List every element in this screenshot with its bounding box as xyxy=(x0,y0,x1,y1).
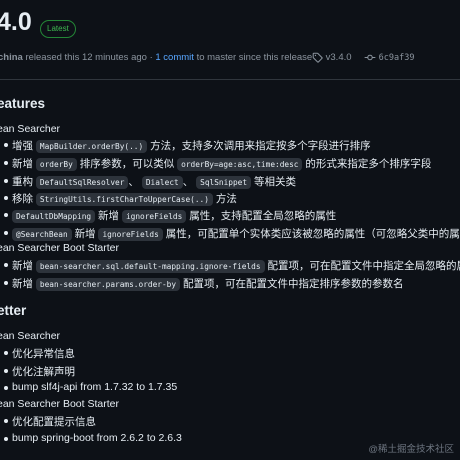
inline-code: MapBuilder.orderBy(..) xyxy=(35,140,148,153)
list-item: 新增 bean-searcher.params.order-by 配置项，可在配… xyxy=(3,278,404,291)
list-item: bump slf4j-api from 1.7.32 to 1.7.35 xyxy=(3,381,178,393)
list-item: 优化注解声明 xyxy=(4,366,75,378)
latest-badge: Latest xyxy=(40,20,76,38)
inline-code: Dialect xyxy=(141,176,183,189)
commit-icon xyxy=(364,54,376,61)
list-item: 移除 StringUtils.firstCharToUpperCase(..) … xyxy=(4,193,237,206)
inline-code: bean-searcher.sql.default-mapping.ignore… xyxy=(35,260,265,273)
tag-icon xyxy=(312,52,323,63)
meta-dot: · xyxy=(149,52,153,63)
list-item: 增强 MapBuilder.orderBy(..) 方法，支持多次调用来指定按多… xyxy=(4,140,371,153)
better-heading: etter xyxy=(0,303,27,318)
header-divider xyxy=(0,79,460,80)
release-meta: china released this 12 minutes ago · 1 c… xyxy=(0,52,312,63)
list-item: 新增 orderBy 排序参数，可以类似 orderBy=age:asc,tim… xyxy=(3,158,432,171)
commit-link[interactable]: 1 commit xyxy=(155,52,194,63)
inline-code: SqlSnippet xyxy=(196,176,252,189)
inline-code: orderBy xyxy=(35,158,77,171)
inline-code: @SearchBean xyxy=(12,228,72,241)
list-item: bump spring-boot from 2.6.2 to 2.6.3 xyxy=(4,432,182,444)
inline-code: bean-searcher.params.order-by xyxy=(35,278,181,291)
inline-code: orderBy=age:asc,time:desc xyxy=(177,158,303,171)
tag-label: v3.4.0 xyxy=(325,52,352,64)
watermark: @稀土掘金技术社区 xyxy=(368,444,454,455)
features-subheading-boot: ean Searcher Boot Starter xyxy=(0,242,119,254)
inline-code: ignoreFields xyxy=(98,228,163,241)
list-item: 新增 bean-searcher.sql.default-mapping.ign… xyxy=(3,258,460,273)
inline-code: DefaultDbMapping xyxy=(12,210,96,223)
list-item: @SearchBean 新增 ignoreFields 属性，可配置单个实体类应… xyxy=(4,226,460,241)
list-item: DefaultDbMapping 新增 ignoreFields 属性，支持配置… xyxy=(3,208,336,223)
better-subheading-core: ean Searcher xyxy=(0,330,61,342)
release-title: 4.0 xyxy=(0,8,32,36)
inline-code: StringUtils.firstCharToUpperCase(..) xyxy=(35,193,213,206)
tag-link[interactable]: v3.4.0 xyxy=(312,52,352,63)
released-text: released this 12 minutes ago xyxy=(25,52,147,63)
list-item: 优化异常信息 xyxy=(4,348,75,360)
commit-text: to master since this release xyxy=(196,52,313,63)
commit-hash-link[interactable]: 6c9af39 xyxy=(364,52,414,63)
inline-code: ignoreFields xyxy=(121,210,187,223)
list-item: 优化配置提示信息 xyxy=(4,416,96,428)
commit-hash: 6c9af39 xyxy=(378,53,415,64)
better-subheading-boot: ean Searcher Boot Starter xyxy=(0,398,119,410)
inline-code: DefaultSqlResolver xyxy=(35,176,129,189)
features-subheading-core: ean Searcher xyxy=(0,123,61,135)
author-link[interactable]: china xyxy=(0,52,23,63)
list-item: 重构 DefaultSqlResolver、 Dialect、 SqlSnipp… xyxy=(4,176,296,189)
features-heading: eatures xyxy=(0,96,46,111)
